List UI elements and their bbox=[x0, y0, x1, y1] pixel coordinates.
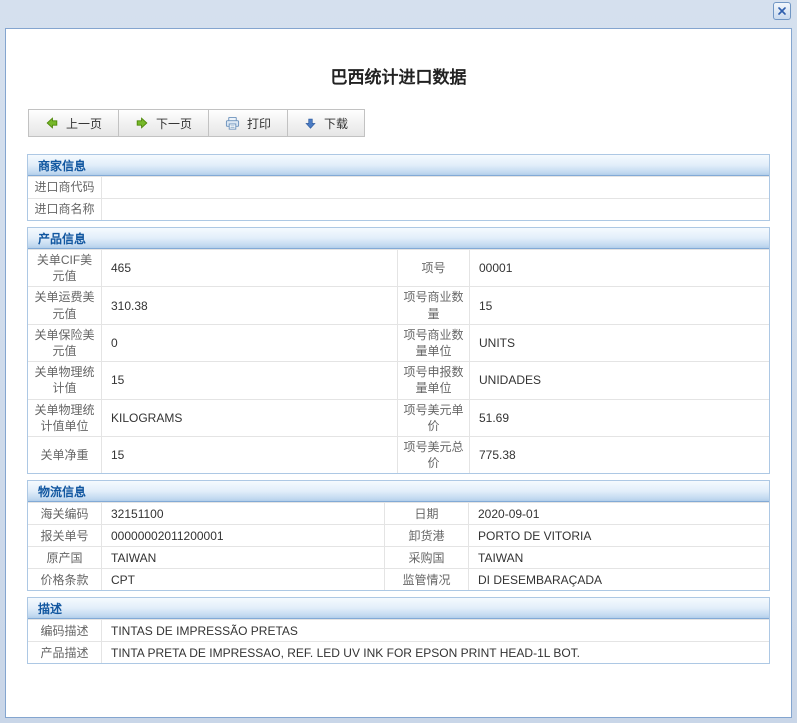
download-button[interactable]: 下载 bbox=[288, 110, 364, 136]
table-row: 产品描述 TINTA PRETA DE IMPRESSAO, REF. LED … bbox=[28, 641, 769, 663]
table-row: 关单物理统计值单位 KILOGRAMS 项号美元单价 51.69 bbox=[28, 399, 769, 436]
field-value: 2020-09-01 bbox=[469, 503, 769, 524]
section-merchant-title: 商家信息 bbox=[28, 155, 769, 176]
section-description-title: 描述 bbox=[28, 598, 769, 619]
field-value: 32151100 bbox=[102, 503, 385, 524]
download-label: 下载 bbox=[324, 115, 348, 132]
sections-container: 商家信息 进口商代码 进口商名称 产品信息 关单CIF美元值 465 项号 00… bbox=[6, 137, 791, 664]
field-value: 465 bbox=[102, 250, 398, 286]
field-label: 价格条款 bbox=[28, 569, 102, 590]
field-value bbox=[102, 177, 769, 198]
field-label: 项号申报数量单位 bbox=[398, 362, 470, 398]
arrow-down-icon bbox=[304, 117, 317, 130]
field-label: 进口商名称 bbox=[28, 199, 102, 220]
close-button[interactable] bbox=[773, 2, 791, 20]
field-label: 关单保险美元值 bbox=[28, 325, 102, 361]
table-row: 关单物理统计值 15 项号申报数量单位 UNIDADES bbox=[28, 361, 769, 398]
titlebar bbox=[0, 0, 797, 28]
table-row: 编码描述 TINTAS DE IMPRESSÃO PRETAS bbox=[28, 619, 769, 641]
field-label: 海关编码 bbox=[28, 503, 102, 524]
table-row: 进口商名称 bbox=[28, 198, 769, 220]
field-value: 310.38 bbox=[102, 287, 398, 323]
table-row: 关单保险美元值 0 项号商业数量单位 UNITS bbox=[28, 324, 769, 361]
field-label: 采购国 bbox=[385, 547, 469, 568]
arrow-right-icon bbox=[135, 116, 149, 130]
field-value: CPT bbox=[102, 569, 385, 590]
field-value: 0 bbox=[102, 325, 398, 361]
toolbar: 上一页 下一页 打印 bbox=[28, 109, 365, 137]
field-label: 编码描述 bbox=[28, 620, 102, 641]
field-value: TINTA PRETA DE IMPRESSAO, REF. LED UV IN… bbox=[102, 642, 769, 663]
field-label: 关单运费美元值 bbox=[28, 287, 102, 323]
field-label: 监管情况 bbox=[385, 569, 469, 590]
table-row: 进口商代码 bbox=[28, 176, 769, 198]
field-value: PORTO DE VITORIA bbox=[469, 525, 769, 546]
table-row: 关单运费美元值 310.38 项号商业数量 15 bbox=[28, 286, 769, 323]
section-product-info: 产品信息 关单CIF美元值 465 项号 00001 关单运费美元值 310.3… bbox=[27, 227, 770, 474]
field-value: UNITS bbox=[470, 325, 769, 361]
next-page-label: 下一页 bbox=[156, 115, 192, 132]
prev-page-label: 上一页 bbox=[66, 115, 102, 132]
field-value: 775.38 bbox=[470, 437, 769, 473]
print-button[interactable]: 打印 bbox=[209, 110, 288, 136]
arrow-left-icon bbox=[45, 116, 59, 130]
field-value: 51.69 bbox=[470, 400, 769, 436]
print-label: 打印 bbox=[247, 115, 271, 132]
next-page-button[interactable]: 下一页 bbox=[119, 110, 209, 136]
field-value: TAIWAN bbox=[469, 547, 769, 568]
close-icon bbox=[776, 5, 788, 17]
field-value: 00000002011200001 bbox=[102, 525, 385, 546]
dialog-window: 巴西统计进口数据 上一页 下一页 bbox=[0, 0, 797, 723]
field-value: DI DESEMBARAÇADA bbox=[469, 569, 769, 590]
field-label: 项号美元单价 bbox=[398, 400, 470, 436]
table-row: 海关编码 32151100 日期 2020-09-01 bbox=[28, 502, 769, 524]
field-label: 产品描述 bbox=[28, 642, 102, 663]
field-value: UNIDADES bbox=[470, 362, 769, 398]
content-panel: 巴西统计进口数据 上一页 下一页 bbox=[5, 28, 792, 718]
printer-icon bbox=[225, 116, 240, 131]
field-label: 原产国 bbox=[28, 547, 102, 568]
table-row: 关单净重 15 项号美元总价 775.38 bbox=[28, 436, 769, 473]
field-value bbox=[102, 199, 769, 220]
field-label: 关单物理统计值 bbox=[28, 362, 102, 398]
field-label: 项号商业数量单位 bbox=[398, 325, 470, 361]
table-row: 关单CIF美元值 465 项号 00001 bbox=[28, 249, 769, 286]
field-label: 进口商代码 bbox=[28, 177, 102, 198]
field-value: 15 bbox=[102, 362, 398, 398]
field-value: TAIWAN bbox=[102, 547, 385, 568]
section-logistics-title: 物流信息 bbox=[28, 481, 769, 502]
field-label: 项号 bbox=[398, 250, 470, 286]
prev-page-button[interactable]: 上一页 bbox=[29, 110, 119, 136]
field-label: 关单净重 bbox=[28, 437, 102, 473]
field-value: 15 bbox=[470, 287, 769, 323]
section-merchant-info: 商家信息 进口商代码 进口商名称 bbox=[27, 154, 770, 221]
table-row: 原产国 TAIWAN 采购国 TAIWAN bbox=[28, 546, 769, 568]
field-label: 项号商业数量 bbox=[398, 287, 470, 323]
section-logistics-info: 物流信息 海关编码 32151100 日期 2020-09-01 报关单号 00… bbox=[27, 480, 770, 591]
page-title: 巴西统计进口数据 bbox=[6, 63, 791, 85]
field-label: 日期 bbox=[385, 503, 469, 524]
field-label: 报关单号 bbox=[28, 525, 102, 546]
field-label: 卸货港 bbox=[385, 525, 469, 546]
field-label: 关单CIF美元值 bbox=[28, 250, 102, 286]
table-row: 报关单号 00000002011200001 卸货港 PORTO DE VITO… bbox=[28, 524, 769, 546]
section-description: 描述 编码描述 TINTAS DE IMPRESSÃO PRETAS 产品描述 … bbox=[27, 597, 770, 664]
field-label: 项号美元总价 bbox=[398, 437, 470, 473]
field-label: 关单物理统计值单位 bbox=[28, 400, 102, 436]
table-row: 价格条款 CPT 监管情况 DI DESEMBARAÇADA bbox=[28, 568, 769, 590]
field-value: TINTAS DE IMPRESSÃO PRETAS bbox=[102, 620, 769, 641]
field-value: KILOGRAMS bbox=[102, 400, 398, 436]
field-value: 15 bbox=[102, 437, 398, 473]
section-product-title: 产品信息 bbox=[28, 228, 769, 249]
field-value: 00001 bbox=[470, 250, 769, 286]
